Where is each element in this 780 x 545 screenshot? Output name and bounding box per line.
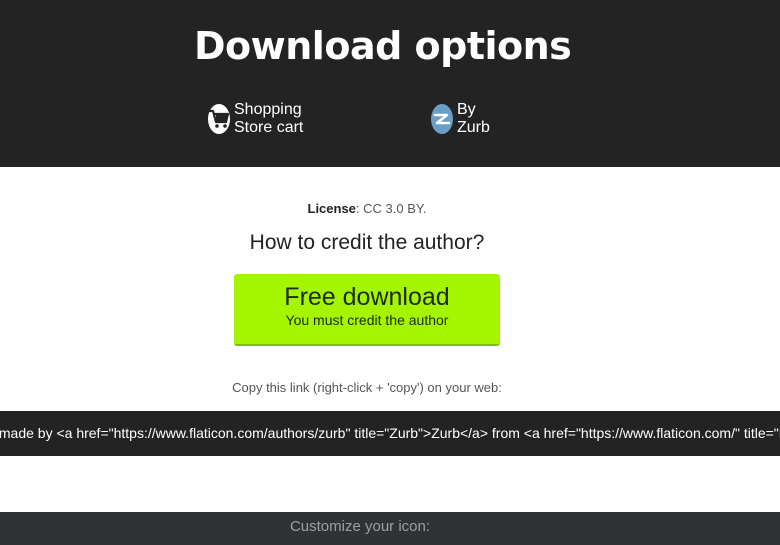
credit-question: How to credit the author?	[249, 231, 485, 254]
zurb-logo-icon	[431, 104, 453, 134]
header: Download options Shopping Store cart By …	[0, 0, 780, 167]
customize-bar: Customize your icon:	[0, 512, 780, 545]
page-title: Download options	[194, 24, 572, 68]
attribution-code-text: s made by <a href="https://www.flaticon.…	[0, 425, 780, 441]
customize-label: Customize your icon:	[289, 518, 431, 535]
author-label: By Zurb	[456, 101, 490, 136]
free-download-button[interactable]: Free download You must credit the author	[234, 274, 500, 346]
download-button-subtitle: You must credit the author	[285, 312, 449, 328]
license-label: License	[307, 201, 356, 216]
pack-label: Shopping Store cart	[234, 101, 304, 136]
attribution-code-field[interactable]: s made by <a href="https://www.flaticon.…	[0, 411, 780, 456]
shopping-cart-icon	[208, 104, 230, 134]
license-value: : CC 3.0 BY.	[355, 201, 427, 216]
copy-hint: Copy this link (right-click + 'copy') on…	[232, 380, 502, 395]
author-link[interactable]: By Zurb	[431, 101, 498, 136]
download-button-title: Free download	[284, 283, 450, 311]
pack-link[interactable]: Shopping Store cart	[208, 101, 310, 136]
license-info: License: CC 3.0 BY.	[0, 201, 734, 216]
